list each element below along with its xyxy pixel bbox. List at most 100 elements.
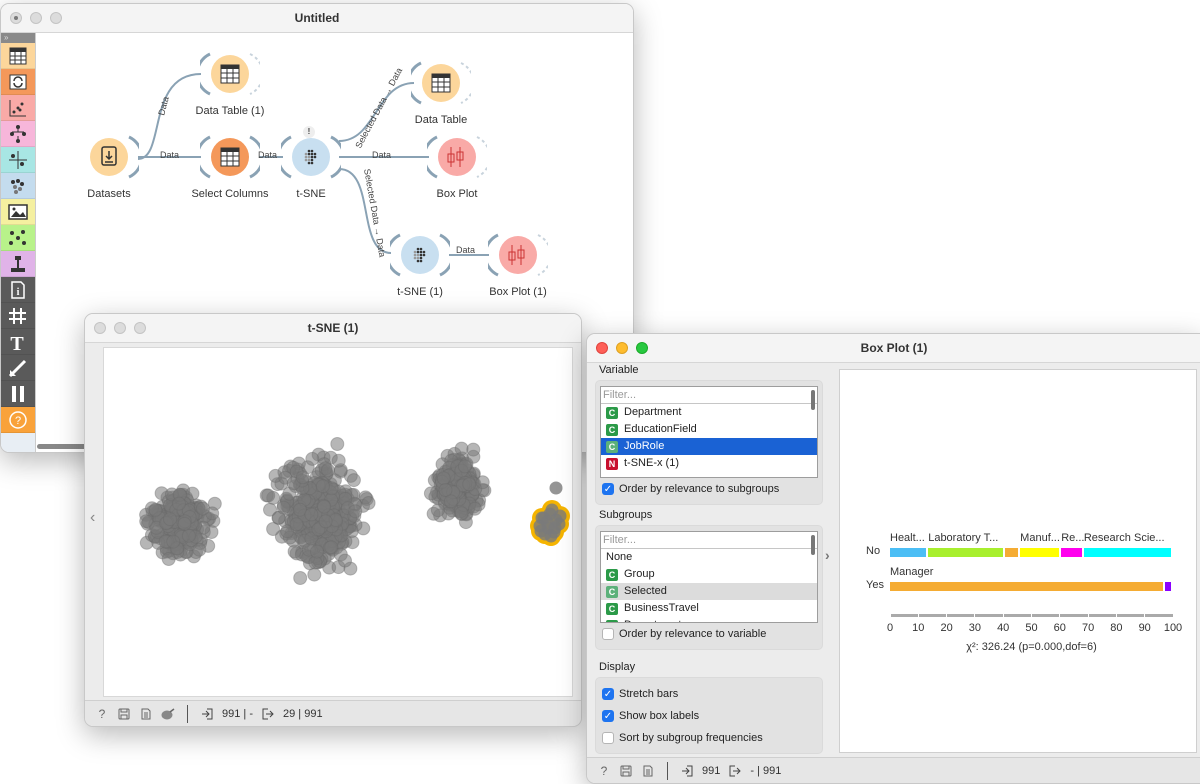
bar-segment[interactable]: [928, 548, 1003, 557]
subgroups-filter-input[interactable]: Filter...: [601, 532, 817, 549]
report-icon[interactable]: [641, 764, 655, 778]
stretch-bars-checkbox[interactable]: ✓ Stretch bars: [600, 683, 818, 705]
subgroup-row-label: Yes: [866, 579, 884, 591]
subgroup-list-item[interactable]: C Group: [601, 566, 817, 583]
checkbox-label: Order by relevance to subgroups: [619, 483, 780, 495]
scatter-plot[interactable]: [103, 347, 573, 697]
collapse-controls-arrow[interactable]: ›: [825, 547, 830, 563]
variable-list-item[interactable]: C Department: [601, 404, 817, 421]
bar-segment[interactable]: [1164, 582, 1171, 591]
variable-list-item[interactable]: C EducationField: [601, 421, 817, 438]
subgroup-list-item[interactable]: C Selected: [601, 583, 817, 600]
node-box-plot-icon: [427, 135, 487, 179]
toolbox-model-category[interactable]: [1, 121, 35, 147]
toolbox-text-annotation[interactable]: T: [1, 329, 35, 355]
variable-list-item[interactable]: Nt-SNE-x (1): [601, 455, 817, 472]
scatter-point: [467, 501, 482, 516]
warning-icon[interactable]: !: [303, 126, 315, 138]
save-icon[interactable]: [117, 707, 131, 721]
toolbox-data-category[interactable]: [1, 43, 35, 69]
bar-segment[interactable]: [890, 548, 927, 557]
scatter-point: [346, 473, 361, 488]
node-box-plot[interactable]: [427, 131, 487, 183]
scatter-point: [163, 512, 177, 527]
subgroup-list-item[interactable]: C BusinessTravel: [601, 600, 817, 617]
toolbox-arrow-annotation[interactable]: [1, 355, 35, 381]
node-box-plot-1[interactable]: [488, 229, 548, 281]
bar-segment[interactable]: [1004, 548, 1019, 557]
scatter-point: [430, 503, 445, 518]
scatter-point: [307, 567, 322, 582]
window-title: Box Plot (1): [860, 341, 928, 355]
input-count: 991: [702, 764, 721, 777]
checkbox-unchecked-icon[interactable]: [602, 732, 614, 744]
node-data-table-1[interactable]: [200, 48, 260, 100]
checkbox-checked-icon[interactable]: ✓: [602, 688, 614, 700]
toolbox-pause[interactable]: [1, 381, 35, 407]
bar-segment[interactable]: [890, 582, 1163, 591]
bar-segment[interactable]: [1020, 548, 1060, 557]
variable-list-scrollbar[interactable]: [811, 390, 815, 410]
node-tsne-1[interactable]: [390, 229, 450, 281]
toolbox-visualize-category[interactable]: [1, 95, 35, 121]
save-icon[interactable]: [619, 764, 633, 778]
display-group: Display ✓ Stretch bars ✓ Show box labels…: [595, 661, 823, 754]
output-icon: [261, 707, 275, 721]
subgroups-list[interactable]: Filter... None C Group C Selected C BusinessTr…: [600, 531, 818, 623]
node-data-table-icon: [411, 61, 471, 105]
variable-filter-input[interactable]: Filter...: [601, 387, 817, 404]
box-plot-chart[interactable]: No Healt... Laboratory T... Manuf... Re... Re…: [839, 369, 1197, 753]
node-tsne[interactable]: [281, 131, 341, 183]
bar-segment[interactable]: [1061, 548, 1082, 557]
toolbox-evaluate-category[interactable]: [1, 147, 35, 173]
x-axis-tick: [1172, 614, 1174, 617]
node-data-table[interactable]: [411, 57, 471, 109]
categorical-variable-icon: C: [606, 406, 618, 419]
help-icon[interactable]: ?: [597, 764, 611, 778]
checkbox-checked-icon[interactable]: ✓: [602, 483, 614, 495]
x-tick-label: 20: [940, 622, 953, 634]
subgroup-list-item[interactable]: C Department: [601, 617, 817, 622]
toolbox-info[interactable]: i: [1, 277, 35, 303]
svg-text:?: ?: [15, 415, 21, 427]
report-icon[interactable]: [139, 707, 153, 721]
toolbox-expand-button[interactable]: »: [1, 33, 35, 43]
node-select-columns[interactable]: [200, 131, 260, 183]
show-box-labels-checkbox[interactable]: ✓ Show box labels: [600, 705, 818, 727]
toolbox-unsupervised-category[interactable]: [1, 173, 35, 199]
link-label: Data: [160, 150, 180, 160]
scatter-point: [330, 437, 345, 451]
checkbox-unchecked-icon[interactable]: [602, 628, 614, 640]
subgroups-list-scrollbar[interactable]: [811, 535, 815, 555]
help-icon[interactable]: ?: [95, 707, 109, 721]
variable-list[interactable]: Filter... C Department C EducationField C Job…: [600, 386, 818, 478]
model-category-icon: [10, 124, 26, 143]
node-datasets-label: Datasets: [87, 188, 131, 200]
x-axis-tick: [1144, 614, 1146, 617]
selected-point: [544, 529, 558, 543]
bar-segment[interactable]: [1083, 548, 1171, 557]
variable-list-item[interactable]: C JobRole: [601, 438, 817, 455]
scatter-point: [331, 453, 346, 468]
window-title: t-SNE (1): [307, 321, 359, 335]
sort-by-subgroup-frequencies-checkbox[interactable]: Sort by subgroup frequencies: [600, 727, 818, 749]
order-by-relevance-subgroups-checkbox[interactable]: ✓ Order by relevance to subgroups: [600, 478, 818, 500]
order-by-relevance-variable-checkbox[interactable]: Order by relevance to variable: [600, 623, 818, 645]
toolbox-text-category[interactable]: [1, 251, 35, 277]
scatter-svg[interactable]: [104, 348, 572, 696]
subgroup-list-item[interactable]: None: [601, 549, 817, 566]
toolbox-transform-category[interactable]: [1, 69, 35, 95]
palette-icon[interactable]: [161, 707, 175, 721]
toolbox-image-category[interactable]: [1, 199, 35, 225]
node-tsne-icon: [281, 135, 341, 179]
horizontal-scrollbar[interactable]: [37, 444, 87, 449]
toolbox-grid[interactable]: [1, 303, 35, 329]
toolbox-help[interactable]: ?: [1, 407, 35, 433]
node-datasets[interactable]: [79, 131, 139, 183]
scatter-point: [304, 507, 319, 522]
checkbox-checked-icon[interactable]: ✓: [602, 710, 614, 722]
show-controls-arrow[interactable]: ‹: [90, 509, 95, 527]
toolbox-network-category[interactable]: [1, 225, 35, 251]
scatter-point: [181, 528, 196, 543]
x-tick-label: 60: [1053, 622, 1066, 634]
